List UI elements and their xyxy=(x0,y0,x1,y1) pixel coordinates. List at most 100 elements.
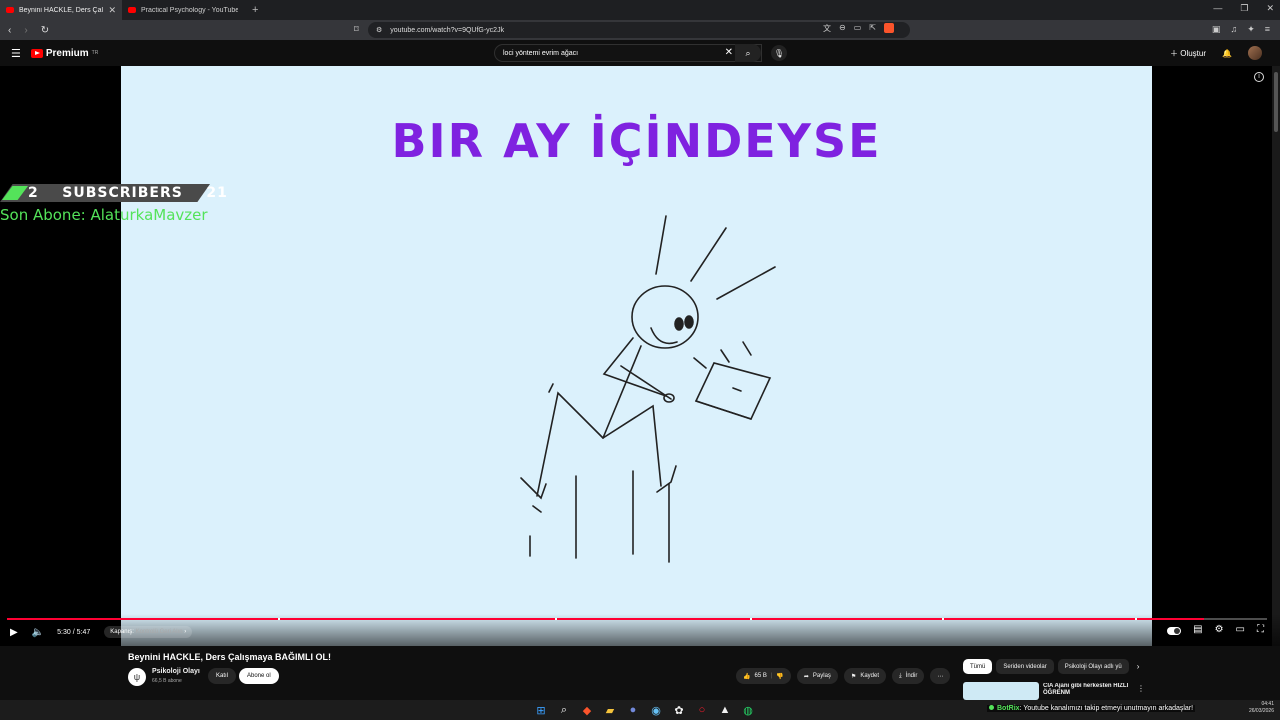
notifications-bell-icon[interactable]: 🔔 xyxy=(1222,49,1232,58)
taskbar-search-icon[interactable]: ⌕ xyxy=(557,703,571,717)
subscriber-goal-bar: 2 SUBSCRIBERS 21 xyxy=(0,184,227,202)
channel-subscribers: 66,5 B abone xyxy=(152,678,182,684)
bookmark-icon[interactable]: ⌑ xyxy=(354,24,359,35)
zoom-icon[interactable]: ⊖ xyxy=(839,23,846,34)
voice-search-icon[interactable]: 🎙 xyxy=(771,45,787,61)
os-taskbar: ⊞ ⌕ ◆ ▰ ● ◉ ✿ ○ ▲ ◍ BotRix: Youtube kana… xyxy=(0,700,1280,720)
autoplay-toggle[interactable] xyxy=(1167,627,1182,635)
youtube-favicon-icon xyxy=(128,7,136,13)
chapter-marker xyxy=(1134,618,1137,620)
chip-all[interactable]: Tümü xyxy=(963,659,993,674)
app-icon[interactable]: ▲ xyxy=(718,703,732,717)
brave-shield-icon[interactable] xyxy=(883,23,894,33)
tab-practical-psychology[interactable]: Practical Psychology - YouTube xyxy=(122,0,244,20)
extensions-icon[interactable]: ✦ xyxy=(1247,24,1255,35)
youtube-header: ☰ Premium TR loci yöntemi evrim ağacı ✕ … xyxy=(0,40,1280,66)
last-subscriber: Son Abone: AlaturkaMavzer xyxy=(0,206,208,224)
restore-icon[interactable]: ❐ xyxy=(1240,3,1248,14)
file-explorer-icon[interactable]: ▰ xyxy=(603,703,617,717)
like-button[interactable]: 👍 65 B | 👎 xyxy=(736,668,791,684)
search-input[interactable]: loci yöntemi evrim ağacı ✕ ⌕ xyxy=(494,44,762,62)
chip-series[interactable]: Seriden videolar xyxy=(996,659,1054,674)
status-dot-icon xyxy=(989,705,994,710)
media-icon[interactable]: ♫ xyxy=(1230,24,1237,35)
whatsapp-icon[interactable]: ◍ xyxy=(741,703,755,717)
volume-icon[interactable]: 🔈 xyxy=(32,627,44,638)
chapter-marker xyxy=(555,618,558,620)
close-tab-icon[interactable]: ✕ xyxy=(108,5,116,16)
video-player[interactable]: BIR AY İÇİNDEYSE i xyxy=(0,66,1280,646)
join-button[interactable]: Katıl xyxy=(208,668,237,684)
recommended-title[interactable]: CIA Ajanı gibi herkesten HIZLI ÖĞRENM xyxy=(1043,683,1131,700)
chevron-right-icon[interactable]: › xyxy=(1137,659,1140,674)
sidebar-toggle-icon[interactable]: ▣ xyxy=(1212,24,1221,35)
menu-icon[interactable]: ≡ xyxy=(1265,24,1270,35)
chatgpt-icon[interactable]: ✿ xyxy=(672,703,686,717)
translate-icon[interactable]: 文 xyxy=(823,23,831,34)
thumbs-down-icon[interactable]: 👎 xyxy=(776,673,783,680)
create-button[interactable]: ＋ Oluştur xyxy=(1170,48,1206,59)
progress-bar[interactable] xyxy=(7,618,1267,620)
subscribe-button[interactable]: Abone ol xyxy=(239,668,279,684)
discord-icon[interactable]: ● xyxy=(626,703,640,717)
back-icon[interactable]: ‹ xyxy=(8,25,11,36)
fullscreen-icon[interactable]: ⛶ xyxy=(1257,624,1264,635)
chapter-button[interactable]: Kapanış: Kontrolü Geri Alın › xyxy=(104,626,193,638)
botrix-message: BotRix: Youtube kanalımızı takip etmeyi … xyxy=(987,705,1196,712)
url-text: youtube.com/watch?v=9QUfG-yc2Jk xyxy=(390,26,505,34)
progress-fill xyxy=(7,618,1204,620)
subs-goal: 21 xyxy=(206,185,228,201)
youtube-play-icon xyxy=(30,48,43,58)
tab-video[interactable]: Beynini HACKLE, Ders Çalışmaya ✕ xyxy=(0,0,122,20)
system-clock[interactable]: 04:41 26/03/2026 xyxy=(1249,701,1274,715)
close-window-icon[interactable]: ✕ xyxy=(1266,3,1274,14)
share-button[interactable]: ➦ Paylaş xyxy=(796,668,838,684)
tab-title: Practical Psychology - YouTube xyxy=(141,6,238,14)
chip-channel[interactable]: Psikoloji Olayı adlı yü xyxy=(1057,659,1129,674)
subs-label: SUBSCRIBERS xyxy=(62,185,183,201)
search-button[interactable]: ⌕ xyxy=(735,44,761,62)
download-icon: ⤓ xyxy=(899,672,902,679)
play-icon[interactable]: ▶ xyxy=(10,627,18,638)
chapter-marker xyxy=(941,618,944,620)
video-frame[interactable]: BIR AY İÇİNDEYSE xyxy=(121,66,1152,646)
youtube-logo[interactable]: Premium TR xyxy=(30,48,98,59)
more-actions-button[interactable]: ⋯ xyxy=(930,668,951,684)
scrollbar-thumb[interactable] xyxy=(1274,72,1278,132)
clear-search-icon[interactable]: ✕ xyxy=(725,47,733,58)
steam-icon[interactable]: ◉ xyxy=(649,703,663,717)
video-title: Beynini HACKLE, Ders Çalışmaya BAĞIMLI O… xyxy=(128,652,332,662)
page-scrollbar[interactable] xyxy=(1272,66,1280,646)
channel-name[interactable]: Psikoloji Olayı xyxy=(152,668,200,675)
theater-mode-icon[interactable]: ▭ xyxy=(1236,624,1245,635)
download-button[interactable]: ⤓ İndir xyxy=(892,668,925,684)
new-tab-icon[interactable]: + xyxy=(244,4,266,16)
chapter-marker xyxy=(277,618,280,620)
site-settings-icon[interactable]: ⚙ xyxy=(376,26,382,34)
windows-start-icon[interactable]: ⊞ xyxy=(534,703,548,717)
search-icon: ⌕ xyxy=(745,47,751,58)
minimize-icon[interactable]: — xyxy=(1213,3,1222,14)
browser-toolbar: ‹ › ↻ ⌑ ⚙ youtube.com/watch?v=9QUfG-yc2J… xyxy=(0,20,1280,40)
tab-title: Beynini HACKLE, Ders Çalışmaya xyxy=(19,6,104,14)
video-meta: Beynini HACKLE, Ders Çalışmaya BAĞIMLI O… xyxy=(0,646,1280,700)
stream-overlay: 2 SUBSCRIBERS 21 Son Abone: AlaturkaMavz… xyxy=(0,184,227,224)
hamburger-menu-icon[interactable]: ☰ xyxy=(11,47,21,60)
opera-icon[interactable]: ○ xyxy=(695,703,709,717)
forward-icon[interactable]: › xyxy=(24,25,27,36)
cast-icon[interactable]: ▭ xyxy=(854,23,862,34)
reload-icon[interactable]: ↻ xyxy=(41,25,49,36)
brave-browser-icon[interactable]: ◆ xyxy=(580,703,594,717)
stick-figure-illustration xyxy=(520,215,776,563)
channel-avatar[interactable]: ψ xyxy=(128,668,146,686)
settings-gear-icon[interactable]: ⚙ xyxy=(1215,624,1224,635)
subtitles-icon[interactable]: ▤ xyxy=(1193,624,1202,635)
avatar[interactable] xyxy=(1248,46,1262,60)
share-page-icon[interactable]: ⇱ xyxy=(869,23,876,34)
player-controls: ▶ 🔈 5:30 / 5:47 Kapanış: Kontrolü Geri A… xyxy=(0,614,1280,646)
save-button[interactable]: ⚑ Kaydet xyxy=(843,668,886,684)
bookmark-add-icon: ⚑ xyxy=(850,673,857,680)
more-vert-icon[interactable]: ⋮ xyxy=(1137,684,1145,693)
info-icon[interactable]: i xyxy=(1254,72,1264,82)
recommended-thumbnail[interactable] xyxy=(963,682,1039,700)
